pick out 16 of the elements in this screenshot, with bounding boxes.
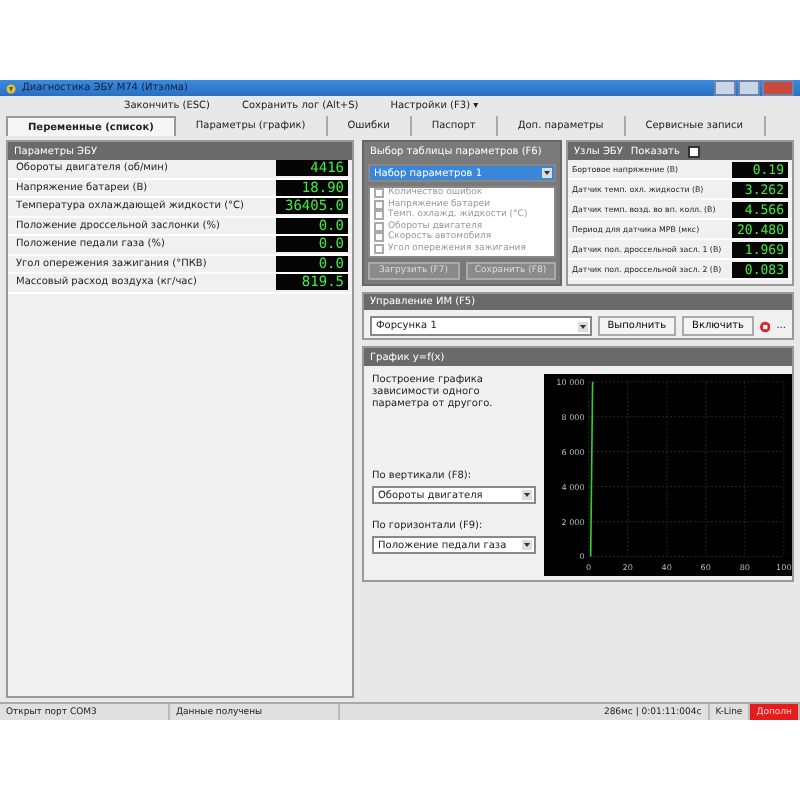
checkbox[interactable] <box>374 232 384 243</box>
checkbox[interactable] <box>374 221 384 232</box>
checkbox[interactable] <box>374 210 384 221</box>
stop-icon[interactable] <box>759 319 771 333</box>
app-icon <box>6 83 16 93</box>
dropdown-arrow-icon[interactable] <box>522 490 532 500</box>
minimize-button[interactable] <box>714 80 736 96</box>
dropdown-arrow-icon[interactable] <box>542 168 552 178</box>
checkbox[interactable] <box>374 188 384 199</box>
close-button[interactable] <box>762 80 794 96</box>
dropdown-arrow-icon[interactable] <box>522 540 532 550</box>
checkbox[interactable] <box>374 243 384 254</box>
checkbox[interactable] <box>687 145 700 157</box>
maximize-button[interactable] <box>738 80 760 96</box>
checkbox[interactable] <box>374 199 384 210</box>
dropdown-arrow-icon[interactable] <box>577 321 588 331</box>
